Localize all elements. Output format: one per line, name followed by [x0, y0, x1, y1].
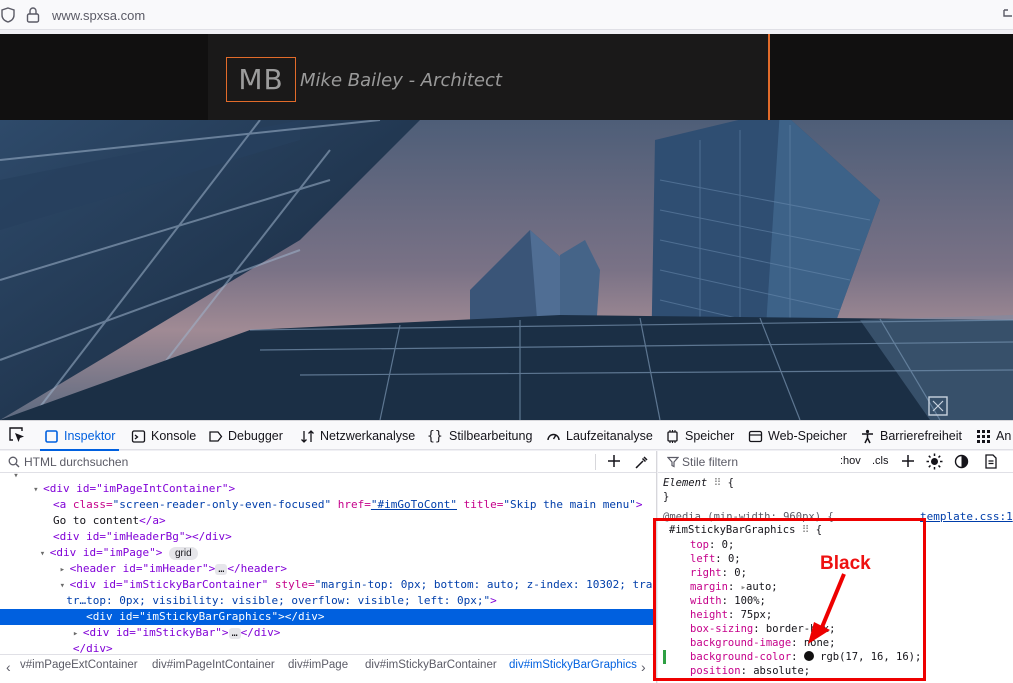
url-text[interactable]: www.spxsa.com	[52, 8, 145, 23]
debugger-icon	[209, 430, 223, 442]
stylesheet-source-link[interactable]: template.css:1	[920, 510, 1013, 523]
hero-image	[0, 120, 1013, 420]
tab-label: Stilbearbeitung	[449, 429, 533, 443]
breadcrumb: ‹ v#imPageExtContainer div#imPageIntCont…	[0, 654, 656, 676]
tab-debugger[interactable]: Debugger	[208, 421, 283, 451]
css-declaration[interactable]: right: 0;	[690, 566, 747, 580]
tab-network[interactable]: Netzwerkanalyse	[300, 421, 415, 451]
element-picker-icon[interactable]	[8, 426, 26, 444]
site-header: MB Mike Bailey - Architect	[0, 34, 1013, 120]
logo-initials[interactable]: MB	[226, 57, 296, 102]
light-mode-icon[interactable]	[926, 453, 943, 470]
tab-style-editor[interactable]: {} Stilbearbeitung	[427, 421, 532, 451]
css-declaration[interactable]: height: 75px;	[690, 608, 772, 622]
css-declaration[interactable]: width: 100%;	[690, 594, 766, 608]
tab-label: Web-Speicher	[768, 429, 847, 443]
tree-row[interactable]: ▾ <div id="imPageIntContainer">	[0, 481, 656, 497]
tree-row[interactable]: <div id="imHeaderBg"></div>	[0, 529, 656, 545]
tab-label: Speicher	[685, 429, 735, 443]
markup-pane: HTML durchsuchen ▾ ▾ <div id="imPageIntCo…	[0, 451, 657, 683]
styles-filter-input[interactable]: Stile filtern	[682, 455, 738, 469]
css-declaration[interactable]: margin: ▸auto;	[690, 580, 778, 594]
breadcrumb-left-icon[interactable]: ‹	[6, 659, 11, 675]
console-icon	[131, 429, 146, 443]
tab-storage[interactable]: Web-Speicher	[748, 421, 847, 451]
tree-row[interactable]: ▾ <div id="imPage"> grid	[0, 545, 656, 561]
tab-apps[interactable]: An	[976, 421, 1011, 451]
tab-accessibility[interactable]: Barrierefreiheit	[860, 421, 962, 451]
breadcrumb-item[interactable]: div#imStickyBarContainer	[365, 659, 497, 671]
element-rule-header[interactable]: Element ⠿ {	[663, 476, 734, 490]
skyscraper-illustration	[0, 120, 1013, 420]
element-rule-close: }	[663, 491, 670, 503]
logo-name[interactable]: Mike Bailey - Architect	[300, 70, 502, 91]
annotation-arrow-icon	[808, 573, 846, 644]
add-rule-icon[interactable]	[900, 453, 916, 469]
tab-console[interactable]: Konsole	[131, 421, 196, 451]
inspector-icon	[45, 429, 58, 443]
css-declaration[interactable]: top: 0;	[690, 538, 734, 552]
memory-icon	[667, 429, 678, 443]
tab-label: Konsole	[151, 429, 197, 443]
tree-row[interactable]: tr…top: 0px; visibility: visible; overfl…	[0, 593, 656, 609]
tab-performance[interactable]: Laufzeitanalyse	[546, 421, 653, 451]
tab-label: Laufzeitanalyse	[566, 429, 653, 443]
performance-icon	[547, 433, 560, 440]
tree-row-selected[interactable]: <div id="imStickyBarGraphics"></div>	[0, 609, 656, 625]
tree-row[interactable]: ▸ <div id="imStickyBar">… </div>	[0, 625, 656, 641]
tab-label: An	[996, 429, 1012, 443]
css-declaration[interactable]: position: absolute;	[690, 664, 810, 678]
tab-label: Barrierefreiheit	[880, 429, 962, 443]
style-editor-icon: {}	[427, 428, 443, 444]
tree-row[interactable]: Go to content</a>	[0, 513, 656, 529]
tracking-shield-icon[interactable]	[1, 7, 15, 23]
breadcrumb-item[interactable]: div#imPage	[288, 659, 348, 671]
apps-icon	[977, 429, 990, 443]
page-viewport: MB Mike Bailey - Architect	[0, 34, 1013, 420]
css-declaration[interactable]: background-color: rgb(17, 16, 16);	[690, 650, 921, 664]
breadcrumb-item[interactable]: v#imPageExtContainer	[20, 659, 138, 671]
devtools-toolbar: Inspektor Konsole Debugger Netzwerkanaly…	[0, 420, 1013, 451]
tab-memory[interactable]: Speicher	[665, 421, 734, 451]
extension-icon[interactable]	[1001, 6, 1013, 22]
grid-badge[interactable]: grid	[168, 547, 198, 560]
rules-toolbar: Stile filtern :hov .cls	[658, 451, 1013, 473]
tree-row[interactable]: <a class="screen-reader-only-even-focuse…	[0, 497, 656, 513]
storage-icon	[748, 430, 763, 442]
tree-row[interactable]: ▾ <div id="imStickyBarContainer" style="m…	[0, 577, 656, 593]
contrast-icon[interactable]	[954, 454, 969, 469]
network-icon	[301, 429, 314, 443]
print-media-icon[interactable]	[984, 454, 998, 469]
css-declaration[interactable]: left: 0;	[690, 552, 741, 566]
tab-label: Debugger	[228, 429, 283, 443]
color-swatch[interactable]	[803, 651, 814, 661]
hover-state-toggle[interactable]: :hov	[840, 455, 861, 467]
tab-label: Netzwerkanalyse	[320, 429, 416, 443]
tab-label: Inspektor	[64, 429, 116, 443]
collapsed-ellipsis[interactable]: …	[215, 564, 228, 575]
browser-url-bar[interactable]: www.spxsa.com	[0, 0, 1013, 30]
media-query: @media (min-width: 960px) {	[663, 511, 834, 523]
changed-declaration-marker	[663, 650, 666, 664]
rule-selector[interactable]: #imStickyBarGraphics ⠿ {	[669, 523, 822, 537]
breadcrumb-right-icon[interactable]: ›	[641, 659, 646, 675]
breadcrumb-item[interactable]: div#imPageIntContainer	[152, 659, 275, 671]
expand-icon[interactable]	[927, 395, 949, 417]
breadcrumb-item-current[interactable]: div#imStickyBarGraphics	[509, 659, 637, 671]
filter-icon	[667, 456, 679, 468]
accessibility-icon	[862, 429, 873, 443]
lock-icon[interactable]	[26, 6, 40, 24]
tree-row[interactable]: ▸ <header id="imHeader">… </header>	[0, 561, 656, 577]
tab-inspector[interactable]: Inspektor	[39, 421, 120, 451]
class-toggle[interactable]: .cls	[872, 455, 889, 467]
collapsed-ellipsis[interactable]: …	[228, 628, 241, 639]
